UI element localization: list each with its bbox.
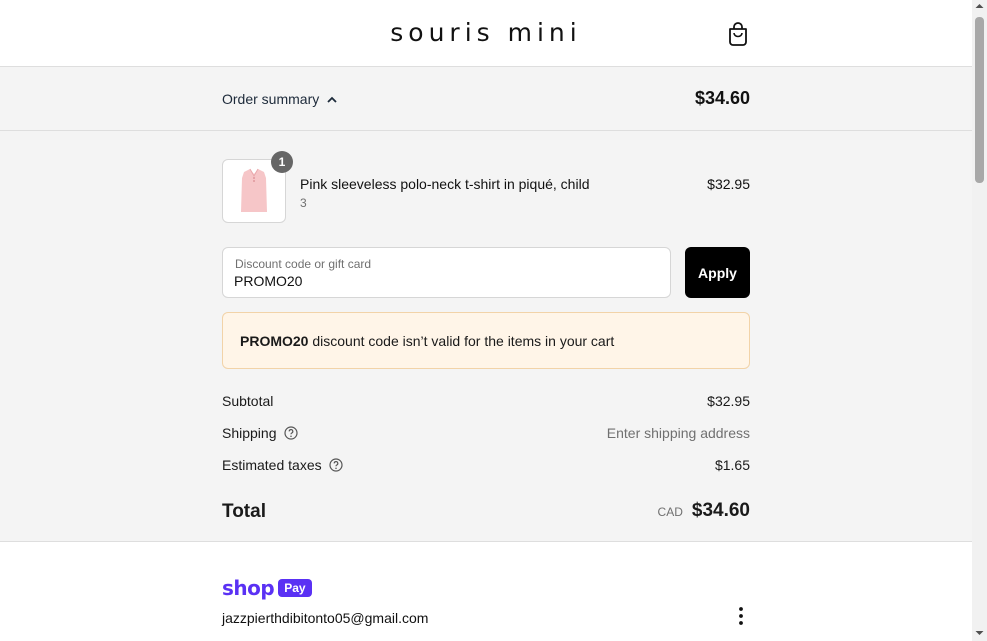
total-row: Total CAD $34.60 bbox=[222, 500, 750, 526]
taxes-label: Estimated taxes bbox=[222, 457, 322, 473]
vertical-scrollbar[interactable] bbox=[972, 0, 987, 641]
discount-field-label: Discount code or gift card bbox=[235, 257, 372, 271]
quantity-badge: 1 bbox=[271, 151, 293, 173]
order-summary-content: 1 Pink sleeveless polo-neck t-shirt in p… bbox=[0, 131, 972, 542]
notice-code: PROMO20 bbox=[240, 333, 309, 349]
header: souris mini bbox=[0, 0, 972, 67]
checkout-page: souris mini Order summary $34.60 1 Pink … bbox=[0, 0, 972, 641]
notice-message: discount code isn’t valid for the items … bbox=[308, 333, 615, 349]
shop-pay-word: shop bbox=[222, 576, 275, 600]
product-variant: 3 bbox=[300, 196, 307, 210]
discount-error-notice: PROMO20 discount code isn’t valid for th… bbox=[222, 312, 750, 369]
scrollbar-thumb[interactable] bbox=[975, 17, 984, 183]
order-summary-toggle[interactable]: Order summary bbox=[222, 91, 337, 107]
discount-code-input[interactable] bbox=[234, 273, 654, 289]
shipping-label-group: Shipping bbox=[222, 425, 298, 441]
taxes-row: Estimated taxes $1.65 bbox=[222, 457, 750, 477]
taxes-label-group: Estimated taxes bbox=[222, 457, 343, 473]
brand-logo[interactable]: souris mini bbox=[0, 18, 972, 47]
subtotal-label: Subtotal bbox=[222, 393, 274, 409]
product-price: $32.95 bbox=[707, 176, 750, 192]
subtotal-row: Subtotal $32.95 bbox=[222, 393, 750, 413]
scroll-down-arrow-icon[interactable] bbox=[975, 630, 984, 636]
total-amount-group: CAD $34.60 bbox=[658, 500, 750, 522]
line-item: 1 Pink sleeveless polo-neck t-shirt in p… bbox=[222, 151, 750, 223]
help-icon[interactable] bbox=[329, 458, 343, 472]
order-summary-bar: Order summary $34.60 bbox=[0, 67, 972, 131]
discount-field[interactable]: Discount code or gift card bbox=[222, 247, 671, 298]
shipping-row: Shipping Enter shipping address bbox=[222, 425, 750, 445]
taxes-value: $1.65 bbox=[714, 457, 750, 473]
shop-pay-logo: shop Pay bbox=[222, 576, 312, 600]
help-icon[interactable] bbox=[283, 426, 298, 440]
apply-button[interactable]: Apply bbox=[685, 247, 750, 298]
total-label: Total bbox=[222, 501, 266, 522]
more-vertical-icon[interactable] bbox=[733, 606, 749, 626]
chevron-up-icon bbox=[327, 96, 337, 103]
scroll-up-arrow-icon[interactable] bbox=[975, 3, 984, 9]
shipping-value: Enter shipping address bbox=[606, 425, 750, 441]
product-name: Pink sleeveless polo-neck t-shirt in piq… bbox=[300, 176, 590, 192]
shop-pay-email: jazzpierthdibitonto05@gmail.com bbox=[222, 610, 429, 626]
subtotal-value: $32.95 bbox=[707, 393, 750, 409]
order-summary-label: Order summary bbox=[222, 91, 320, 107]
shipping-label: Shipping bbox=[222, 425, 277, 441]
total-value: $34.60 bbox=[691, 500, 750, 521]
shopping-bag-icon[interactable] bbox=[727, 22, 749, 46]
summary-total: $34.60 bbox=[694, 88, 750, 108]
shop-pay-badge: Pay bbox=[278, 579, 312, 597]
currency-code: CAD bbox=[657, 505, 683, 519]
